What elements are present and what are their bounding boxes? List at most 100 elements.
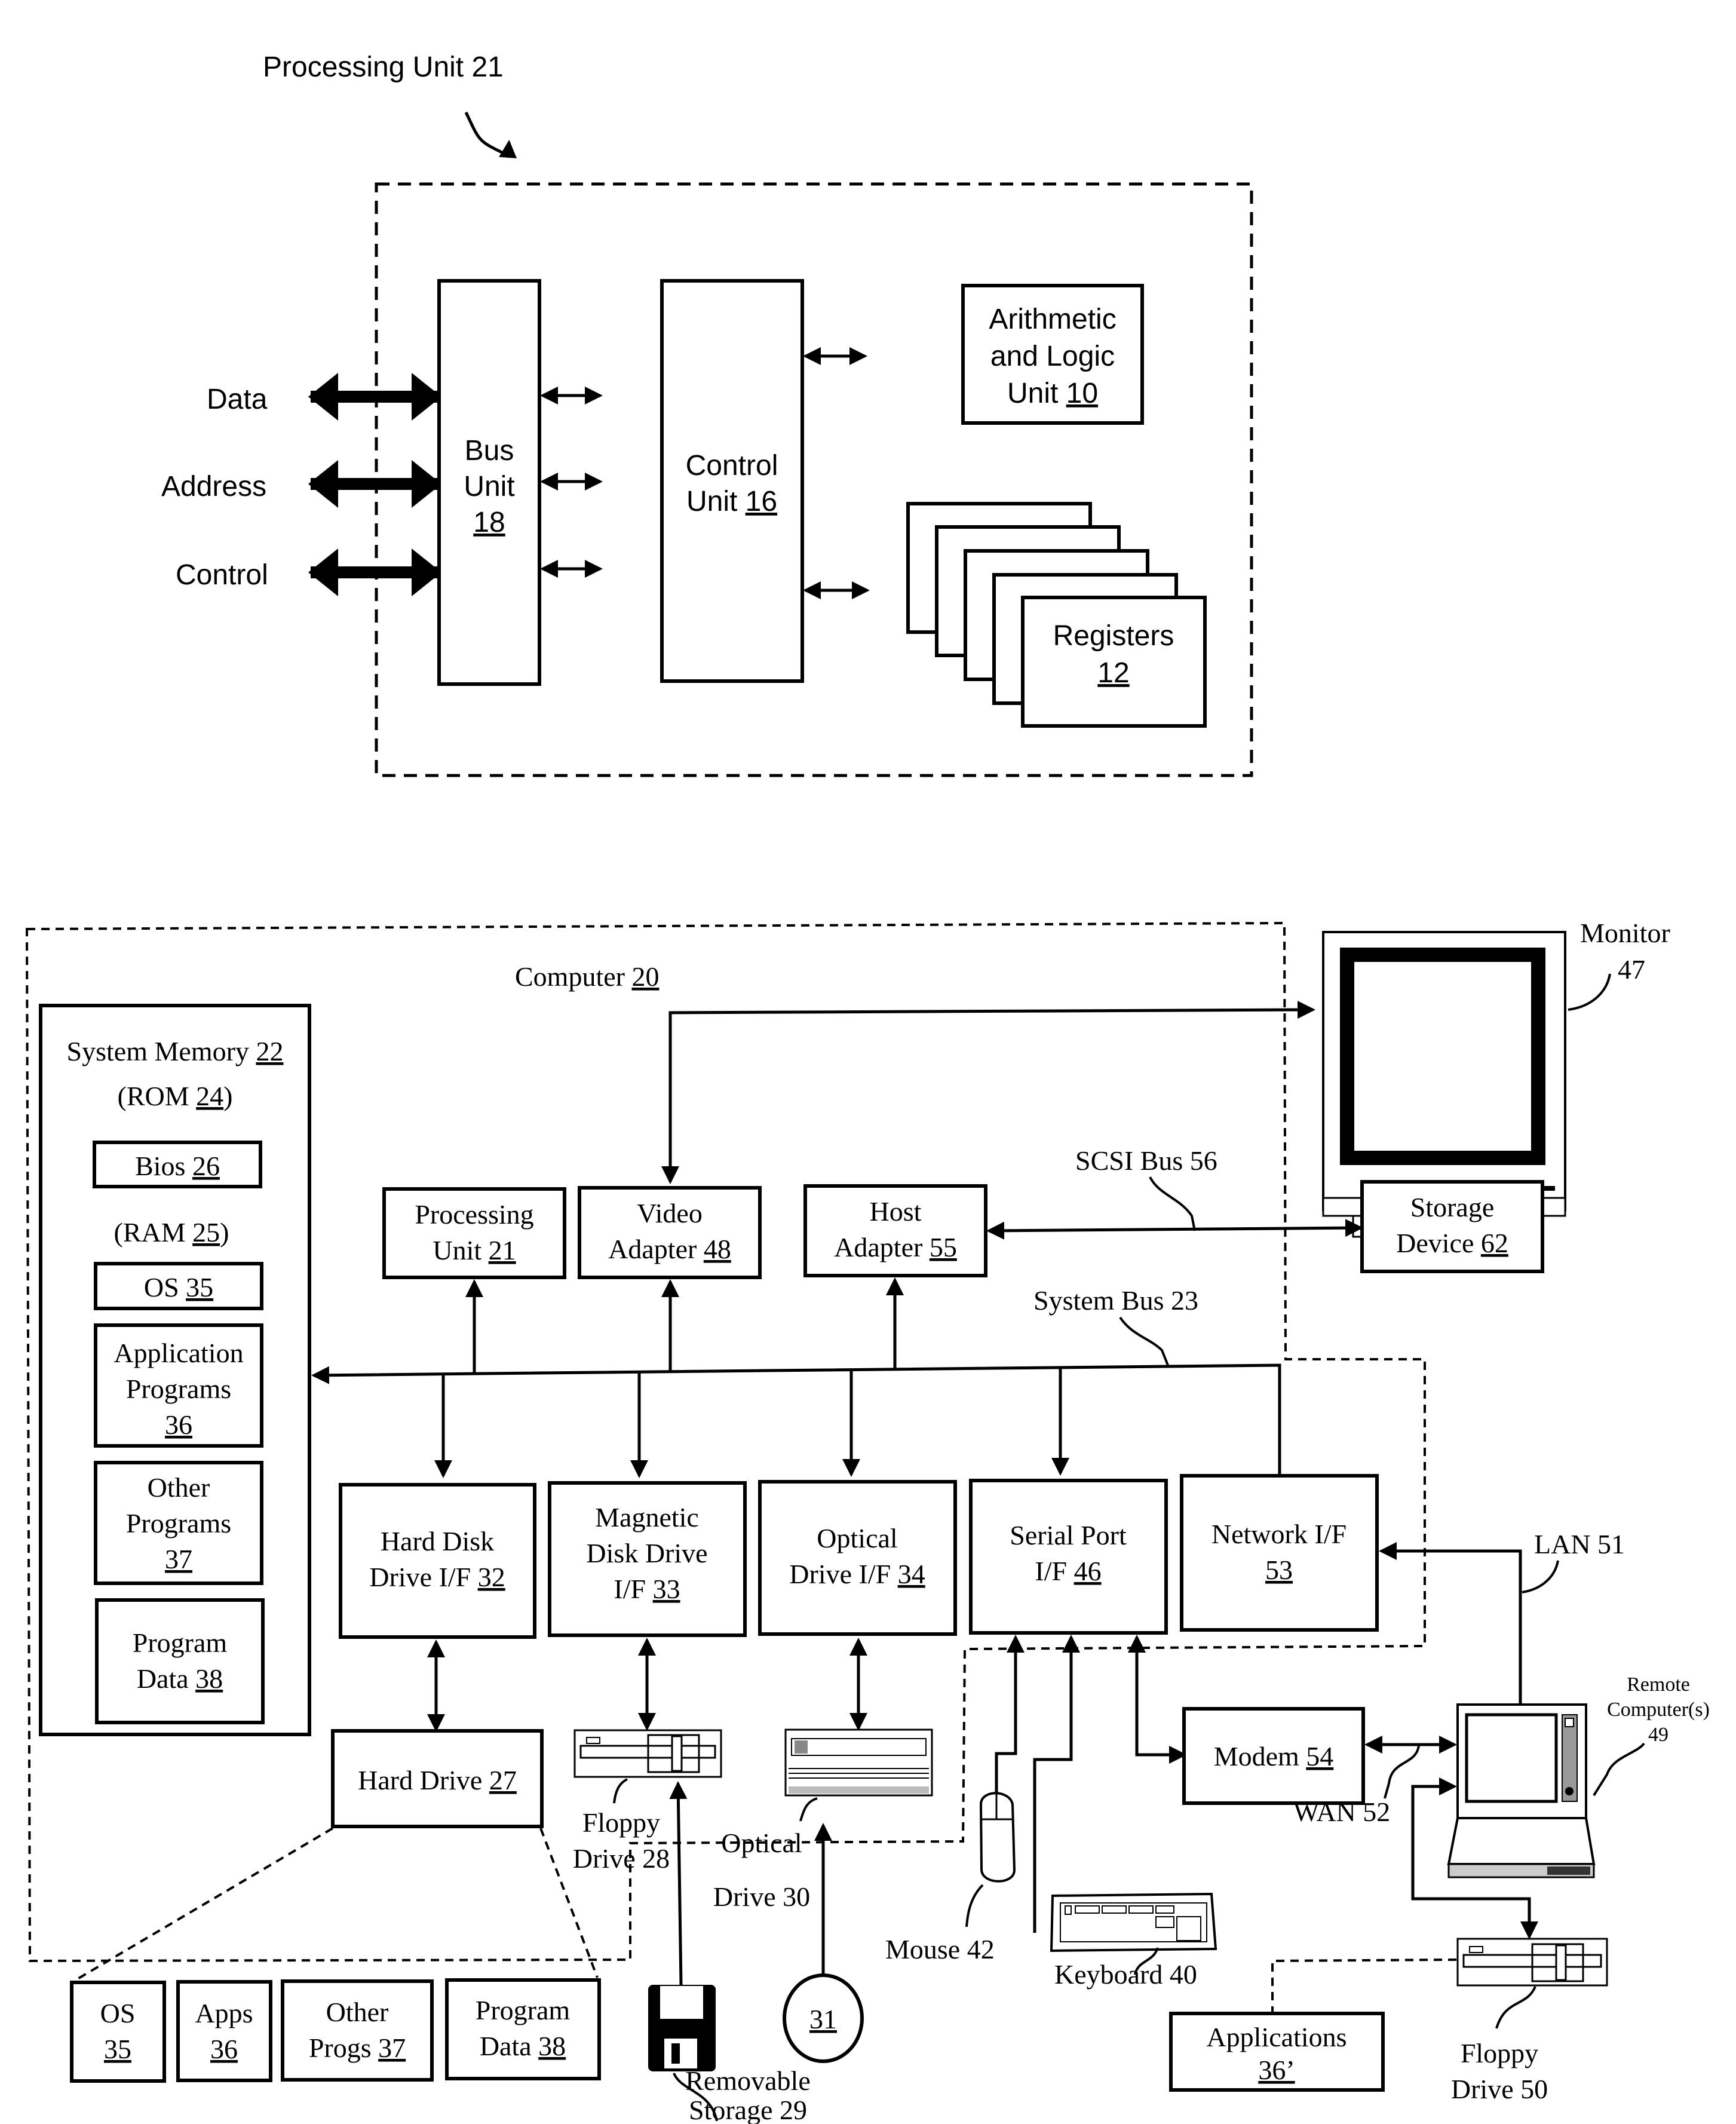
hard-drive-expansion-left [73,1827,334,1982]
hdd-if-label-1: Hard Disk [381,1526,494,1556]
host-adapter-label-1: Host [870,1196,922,1227]
serial-port-if-label-2: I/F 46 [1035,1556,1101,1586]
hd-os-label: OS [100,1998,136,2028]
remote-computer-leader [1593,1742,1645,1797]
processing-unit-label-2: Unit 21 [433,1235,516,1265]
lan-label: LAN 51 [1534,1529,1625,1559]
other-programs-ref: 37 [165,1544,192,1574]
registers-stack [906,502,1207,728]
signal-label-data: Data [207,384,268,415]
hdd-if-label-2: Drive I/F 32 [369,1562,505,1592]
remote-computer-label-2: Computer(s) [1607,1699,1710,1721]
processing-unit-label-1: Processing [415,1199,533,1230]
optical-if-box [758,1480,957,1636]
floppy-drive-28-label-1: Floppy [582,1807,660,1838]
hard-drive-label: Hard Drive 27 [358,1765,517,1795]
network-if-ref: 53 [1265,1555,1293,1585]
optical-if-label-2: Drive I/F 34 [789,1559,925,1589]
other-programs-label-1: Other [148,1472,210,1503]
mdd-if-label-3: I/F 33 [614,1574,680,1604]
scsi-bus-line [986,1219,1363,1240]
floppy-50-leader [1495,1986,1536,2029]
other-programs-label-2: Programs [126,1508,231,1538]
signal-label-control: Control [176,559,268,591]
control-unit-label-1: Control [686,450,778,482]
video-to-monitor-line [668,1001,1315,1156]
system-bus-leader [1119,1316,1169,1366]
optical-drive-label-1: Optical [721,1828,802,1858]
keyboard-icon [1050,1892,1217,1953]
mouse-leader [965,1884,984,1927]
applications-label: Applications [1206,2022,1347,2052]
host-adapter-label-2: Adapter 55 [834,1232,957,1262]
program-data-box [95,1598,265,1724]
optical-disc-ref: 31 [809,2004,837,2034]
optical-drive-label-2: Drive 30 [713,1881,810,1912]
application-programs-label-1: Application [114,1338,243,1368]
bus-unit-label-2: Unit [464,471,514,502]
scsi-bus-label: SCSI Bus 56 [1075,1145,1217,1176]
remote-computer-label-1: Remote [1627,1674,1690,1696]
computer-label: Computer 20 [515,961,659,992]
alu-label-3: Unit 10 [1007,378,1098,409]
program-data-label-1: Program [133,1628,228,1658]
hd-apps-box [176,1980,272,2082]
registers-label: Registers [1053,620,1174,652]
mdd-if-label-2: Disk Drive [586,1538,707,1568]
hd-program-data-label-2: Data 38 [480,2031,566,2061]
rom-label: (ROM 24) [118,1081,233,1111]
floppy-disk-icon [648,1985,716,2071]
hd-other-progs-box [281,1979,434,2082]
mouse-icon [979,1792,1016,1883]
system-memory-label: System Memory 22 [67,1036,284,1066]
video-adapter-label-2: Adapter 48 [608,1234,731,1264]
lan-line [1379,1542,1529,1732]
serial-to-modem [1128,1635,1187,1764]
applications-dashed-link [1271,1959,1457,2012]
removable-leader [673,2073,718,2122]
network-if-box [1180,1474,1379,1632]
mouse-label: Mouse 42 [885,1934,995,1964]
hd-apps-label: Apps [195,1998,253,2028]
bus-unit-label-1: Bus [465,435,514,467]
bus-unit-ref: 18 [473,507,505,538]
patent-figure: Processing Unit 21 Data Address Control … [25,51,1710,2122]
title-leader-line [464,111,517,159]
keyboard-label: Keyboard 40 [1054,1959,1197,1990]
hd-other-progs-label-2: Progs 37 [309,2033,406,2063]
scsi-bus-leader [1149,1176,1196,1231]
bios-label: Bios 26 [135,1151,220,1181]
processing-unit-title: Processing Unit 21 [263,51,504,83]
system-bus-line [311,1363,1281,1482]
optical-drive-leader [799,1797,818,1822]
monitor-label-2: 47 [1618,954,1645,985]
control-unit-label-2: Unit 16 [686,486,777,517]
alu-label-1: Arithmetic [989,304,1116,335]
serial-port-if-label-1: Serial Port [1010,1520,1127,1550]
removable-to-floppy [669,1781,688,1985]
floppy-drive-50-icon [1456,1938,1608,1987]
floppy-drive-50-label-2: Drive 50 [1451,2074,1548,2104]
hd-os-box [70,1981,166,2083]
program-data-label-2: Data 38 [137,1663,223,1694]
hd-os-ref: 35 [104,2034,131,2064]
hd-other-progs-label-1: Other [326,1997,389,2027]
application-programs-ref: 36 [165,1409,192,1440]
wan-label: WAN 52 [1293,1797,1390,1827]
monitor-label-1: Monitor [1580,918,1670,948]
monitor-leader-line [1568,973,1611,1011]
floppy-drive-28-icon [573,1729,722,1778]
remote-computer-label-3: 49 [1648,1724,1668,1746]
hdd-if-box [339,1483,536,1639]
applications-ref: 36’ [1258,2055,1295,2085]
figure-b-computer-system: Computer 20 System Memory 22 (ROM 24) Bi… [25,918,1710,2122]
network-if-label-1: Network I/F [1211,1519,1347,1549]
modem-label: Modem 54 [1214,1741,1334,1771]
storage-device-label-2: Device 62 [1396,1228,1508,1258]
video-adapter-label-1: Video [637,1198,703,1228]
keyboard-to-serial [1033,1635,1080,1933]
optical-if-label-1: Optical [817,1523,897,1553]
registers-ref: 12 [1097,657,1129,689]
remote-computer-icon [1447,1703,1596,1878]
storage-device-label-1: Storage [1410,1192,1495,1222]
